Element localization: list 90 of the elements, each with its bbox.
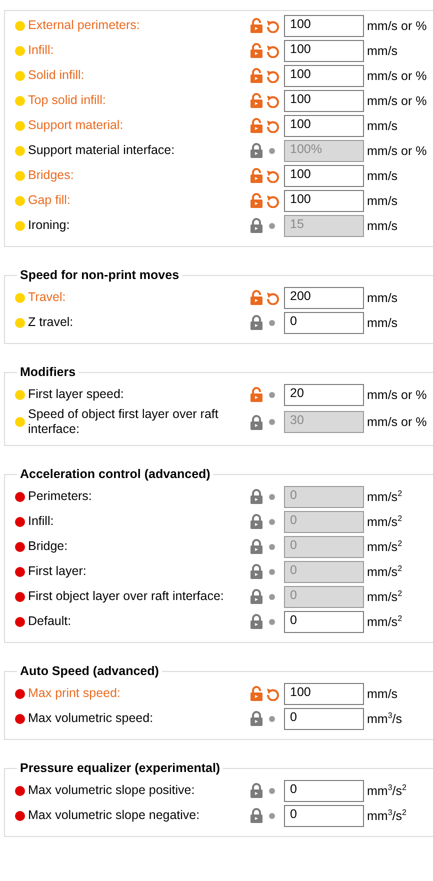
unit-label: mm/s$^{2}$: [366, 614, 404, 629]
setting-label: Solid infill:: [27, 68, 86, 83]
undo-icon[interactable]: [266, 44, 278, 58]
value-field[interactable]: 100: [284, 190, 364, 212]
padlock-icon[interactable]: [250, 614, 262, 629]
setting-label: First layer speed:: [27, 387, 125, 402]
value-field[interactable]: 0: [284, 708, 364, 730]
unit-label: mm/s: [366, 290, 399, 304]
unit-label: mm/s or %: [366, 94, 428, 108]
setting-label: Max print speed:: [27, 686, 122, 701]
unit-label: mm$^{3}$/s: [366, 711, 404, 726]
setting-label: Support material interface:: [27, 143, 176, 158]
undo-icon[interactable]: [266, 168, 278, 182]
padlock-icon[interactable]: [250, 118, 262, 133]
undo-icon[interactable]: [266, 686, 278, 700]
padlock-icon[interactable]: [250, 686, 262, 701]
value-field[interactable]: 100: [284, 90, 364, 112]
setting-label: Bridges:: [27, 168, 75, 183]
value-field[interactable]: 0: [284, 312, 364, 334]
value-field[interactable]: 100: [284, 40, 364, 62]
value-field[interactable]: 200: [284, 286, 364, 308]
undo-icon[interactable]: [266, 94, 278, 108]
unit-label: mm/s: [366, 168, 399, 182]
section-title: Speed for non-print moves: [19, 268, 180, 282]
padlock-icon[interactable]: [250, 193, 262, 208]
unit-label: mm/s: [366, 44, 399, 58]
setting-label: First object layer over raft interface:: [27, 589, 225, 604]
value-field[interactable]: 100: [284, 682, 364, 704]
setting-label: Default:: [27, 614, 72, 629]
value-field[interactable]: 100: [284, 14, 364, 36]
unit-label: mm/s: [366, 118, 399, 132]
padlock-icon[interactable]: [250, 808, 262, 823]
value-field[interactable]: 100: [284, 114, 364, 136]
unit-label: mm/s or %: [366, 18, 428, 32]
section-title: Modifiers: [19, 365, 77, 379]
padlock-icon[interactable]: [250, 43, 262, 58]
setting-label: Perimeters:: [27, 489, 93, 504]
padlock-icon[interactable]: [250, 290, 262, 305]
value-field[interactable]: 100: [284, 164, 364, 186]
setting-label: Gap fill:: [27, 193, 72, 208]
value-field[interactable]: 20: [284, 384, 364, 406]
setting-label: Infill:: [27, 514, 55, 529]
unit-label: mm/s: [366, 218, 399, 232]
section-title: Acceleration control (advanced): [19, 467, 212, 481]
setting-label: Travel:: [27, 290, 67, 305]
setting-label: Top solid infill:: [27, 93, 107, 108]
unit-label: mm$^{3}$/s$^{2}$: [366, 783, 408, 798]
unit-label: mm/s or %: [366, 144, 428, 158]
unit-label: mm/s$^{2}$: [366, 489, 404, 504]
value-field[interactable]: 100: [284, 64, 364, 86]
padlock-icon[interactable]: [250, 68, 262, 83]
setting-label: Support material:: [27, 118, 124, 133]
unit-label: mm/s$^{2}$: [366, 514, 404, 529]
padlock-icon[interactable]: [250, 18, 262, 33]
undo-icon[interactable]: [266, 18, 278, 32]
section-title: Auto Speed (advanced): [19, 664, 160, 678]
setting-label: Ironing:: [27, 218, 71, 233]
setting-label: Max volumetric speed:: [27, 711, 154, 726]
padlock-icon[interactable]: [250, 387, 262, 402]
undo-icon[interactable]: [266, 118, 278, 132]
padlock-icon[interactable]: [250, 783, 262, 798]
setting-label: Infill:: [27, 43, 55, 58]
value-field[interactable]: 0: [284, 610, 364, 632]
unit-label: mm/s: [366, 686, 399, 700]
padlock-icon[interactable]: [250, 168, 262, 183]
unit-label: mm/s: [366, 194, 399, 208]
unit-label: mm/s$^{2}$: [366, 589, 404, 604]
setting-label: Z travel:: [27, 315, 74, 330]
value-field[interactable]: 0: [284, 780, 364, 802]
setting-label: Speed of object first layer over raft interface:: [27, 407, 220, 437]
unit-label: mm/s or %: [366, 415, 428, 429]
undo-icon[interactable]: [266, 290, 278, 304]
unit-label: mm/s$^{2}$: [366, 539, 404, 554]
undo-icon[interactable]: [266, 194, 278, 208]
padlock-icon[interactable]: [250, 315, 262, 330]
value-field[interactable]: 0: [284, 804, 364, 826]
padlock-icon[interactable]: [250, 711, 262, 726]
unit-label: mm$^{3}$/s$^{2}$: [366, 808, 408, 823]
setting-label: Bridge:: [27, 539, 69, 554]
setting-label: Max volumetric slope negative:: [27, 808, 201, 823]
setting-label: Max volumetric slope positive:: [27, 783, 196, 798]
section-title: Pressure equalizer (experimental): [19, 761, 222, 775]
padlock-icon[interactable]: [250, 93, 262, 108]
unit-label: mm/s or %: [366, 388, 428, 402]
undo-icon[interactable]: [266, 68, 278, 82]
unit-label: mm/s: [366, 316, 399, 330]
setting-label: External perimeters:: [27, 18, 141, 33]
unit-label: mm/s or %: [366, 68, 428, 82]
setting-label: First layer:: [27, 564, 88, 579]
unit-label: mm/s$^{2}$: [366, 564, 404, 579]
